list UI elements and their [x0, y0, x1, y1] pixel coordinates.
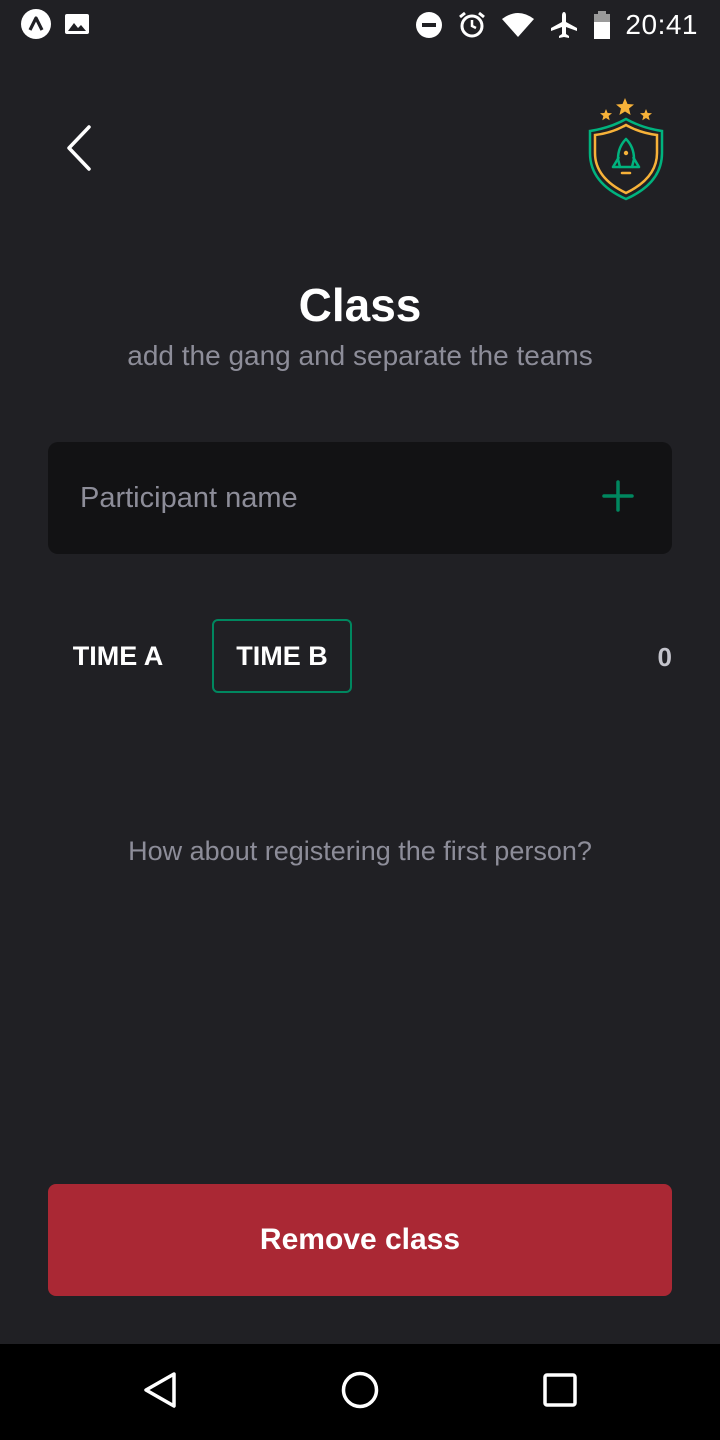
remove-class-label: Remove class	[259, 1223, 461, 1256]
do-not-disturb-icon	[415, 11, 443, 39]
status-bar-time: 20:41	[625, 9, 698, 40]
tab-time-b[interactable]: TIME B	[212, 619, 352, 693]
rocket-shield-logo	[584, 95, 668, 203]
image-notification-icon	[64, 12, 90, 36]
screen: 20:41 Class add the gang and separate th…	[0, 0, 720, 1440]
participant-name-input[interactable]	[48, 442, 588, 554]
system-nav-bar	[0, 1344, 720, 1440]
participants-count: 0	[657, 642, 672, 672]
status-bar-right: 20:41	[415, 6, 698, 44]
wifi-icon	[501, 11, 535, 39]
back-button[interactable]	[52, 122, 108, 178]
page-subtitle: add the gang and separate the teams	[127, 340, 593, 371]
status-bar: 20:41	[0, 0, 720, 50]
app-notification-icon	[20, 8, 52, 40]
battery-icon	[593, 10, 611, 40]
participant-input-container	[48, 442, 672, 554]
recents-square-icon	[540, 1370, 580, 1415]
add-participant-button[interactable]	[596, 476, 640, 520]
home-circle-icon	[340, 1370, 380, 1415]
nav-recents-button[interactable]	[534, 1366, 586, 1418]
back-triangle-icon	[140, 1370, 180, 1415]
alarm-icon	[457, 10, 487, 40]
nav-home-button[interactable]	[334, 1366, 386, 1418]
airplane-mode-icon	[549, 10, 579, 40]
chevron-left-icon	[65, 124, 95, 177]
empty-state-message: How about registering the first person?	[128, 836, 592, 866]
nav-back-button[interactable]	[134, 1366, 186, 1418]
remove-class-button[interactable]: Remove class	[48, 1184, 672, 1296]
page-title: Class	[298, 279, 422, 331]
tab-time-a[interactable]: TIME A	[48, 619, 188, 693]
plus-icon	[602, 479, 634, 517]
status-bar-left	[20, 8, 90, 40]
